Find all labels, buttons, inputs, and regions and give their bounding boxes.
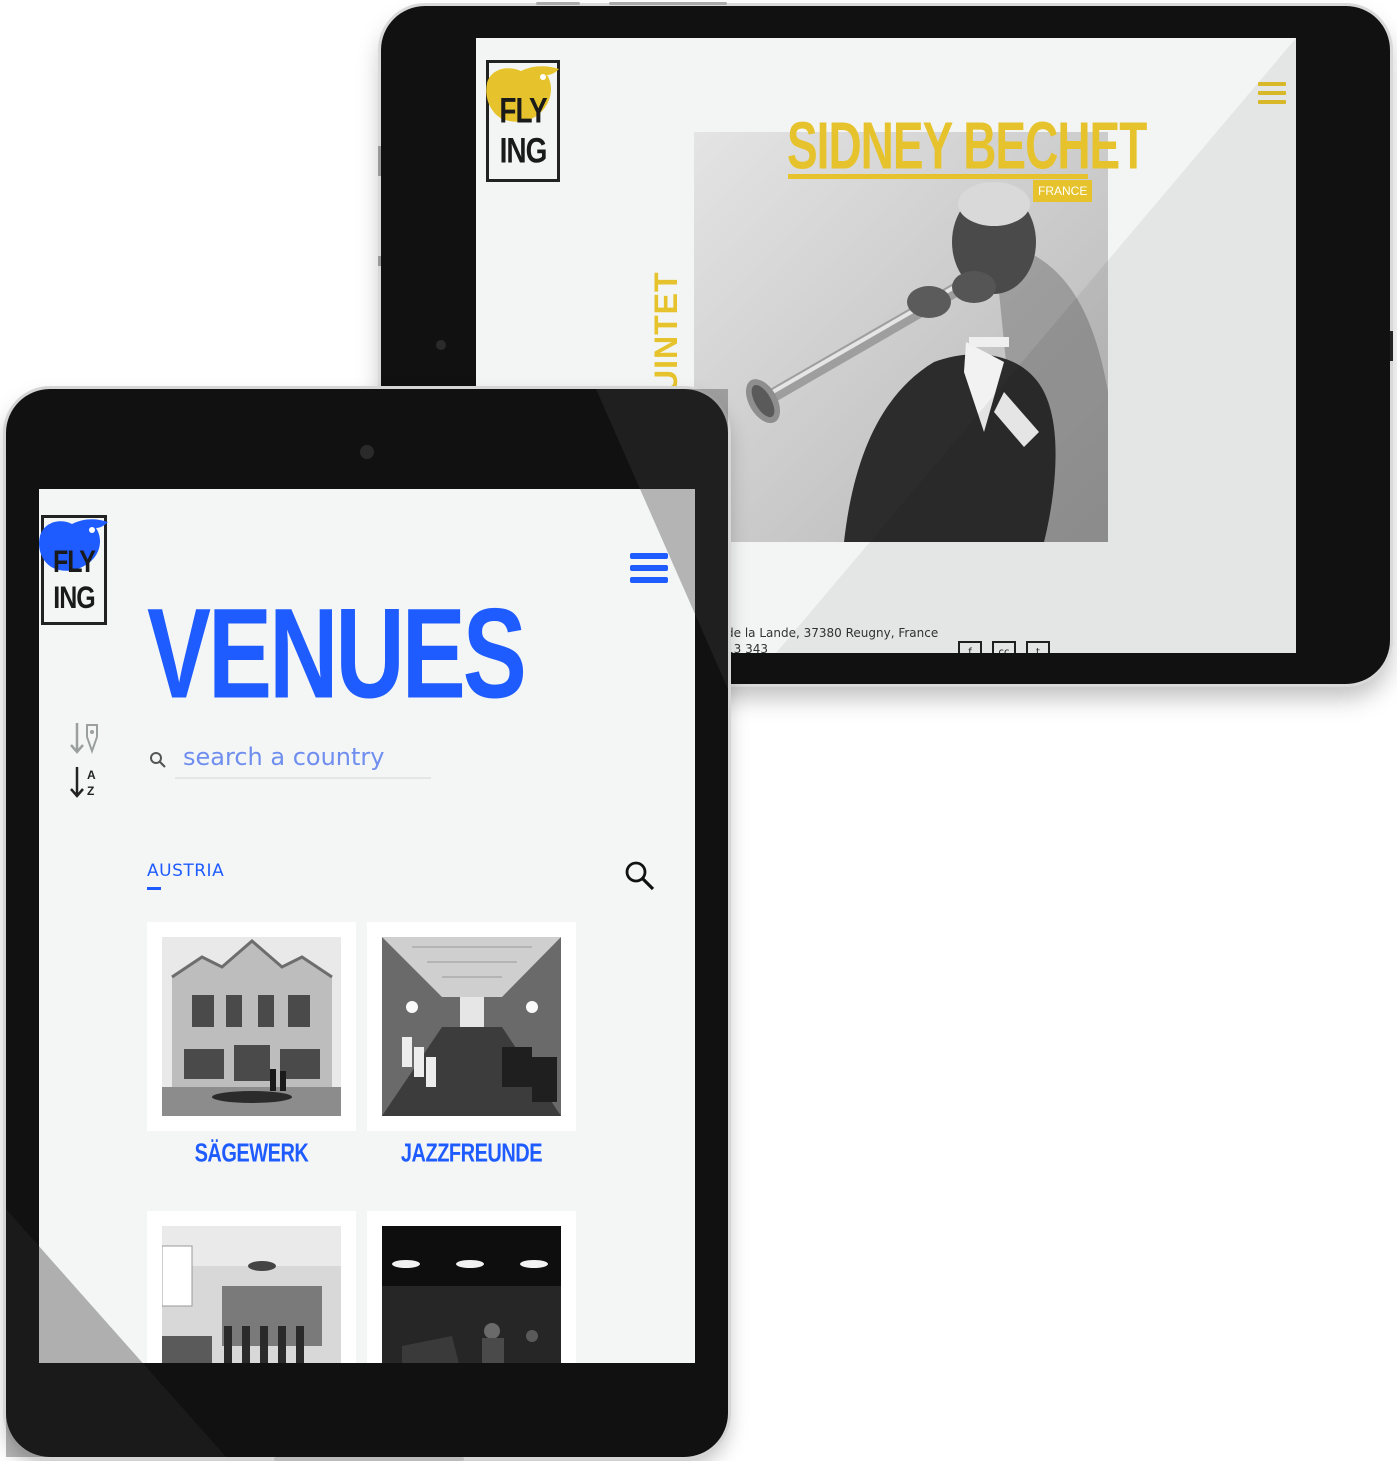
svg-text:A: A <box>87 768 96 782</box>
logo-line2: ING <box>53 580 95 616</box>
menu-icon[interactable] <box>630 553 668 589</box>
venue-name[interactable]: SÄGEWERK <box>147 1140 356 1170</box>
search-icon[interactable] <box>624 860 656 892</box>
venue-photo <box>162 937 341 1116</box>
bar-interior-image <box>382 937 561 1116</box>
stage-image <box>382 1226 561 1363</box>
country-heading[interactable]: AUSTRIA <box>147 861 224 881</box>
tablet-camera <box>360 445 374 459</box>
tablet-bottom-button <box>274 1457 464 1461</box>
venue-name[interactable]: JAZZFREUNDE <box>367 1140 576 1170</box>
sort-location-icon[interactable] <box>69 721 99 757</box>
tablet-top-button <box>536 2 580 5</box>
venue-card[interactable] <box>147 922 356 1131</box>
tablet-top-button <box>609 2 727 5</box>
venue-photo <box>382 1226 561 1363</box>
country-underline <box>147 887 161 890</box>
venue-card[interactable] <box>367 1211 576 1363</box>
venue-card[interactable] <box>147 1211 356 1363</box>
venue-photo <box>382 937 561 1116</box>
svg-text:Z: Z <box>87 784 94 798</box>
sort-alpha-icon[interactable]: A Z <box>69 765 99 801</box>
logo-line1: FLY <box>53 544 96 580</box>
flying-logo[interactable]: FLY ING <box>39 515 108 625</box>
country-search-input[interactable] <box>175 737 431 779</box>
tablet-side-button <box>1390 331 1393 361</box>
tablet-portrait: FLY ING VENUES A Z AUSTRIA <box>6 389 728 1461</box>
venue-photo <box>162 1226 341 1363</box>
venue-card[interactable] <box>367 922 576 1131</box>
page-title: VENUES <box>147 583 527 726</box>
restaurant-image <box>162 1226 341 1363</box>
search-input-icon <box>150 752 166 768</box>
venues-page-screen: FLY ING VENUES A Z AUSTRIA <box>39 489 695 1363</box>
building-image <box>162 937 341 1116</box>
